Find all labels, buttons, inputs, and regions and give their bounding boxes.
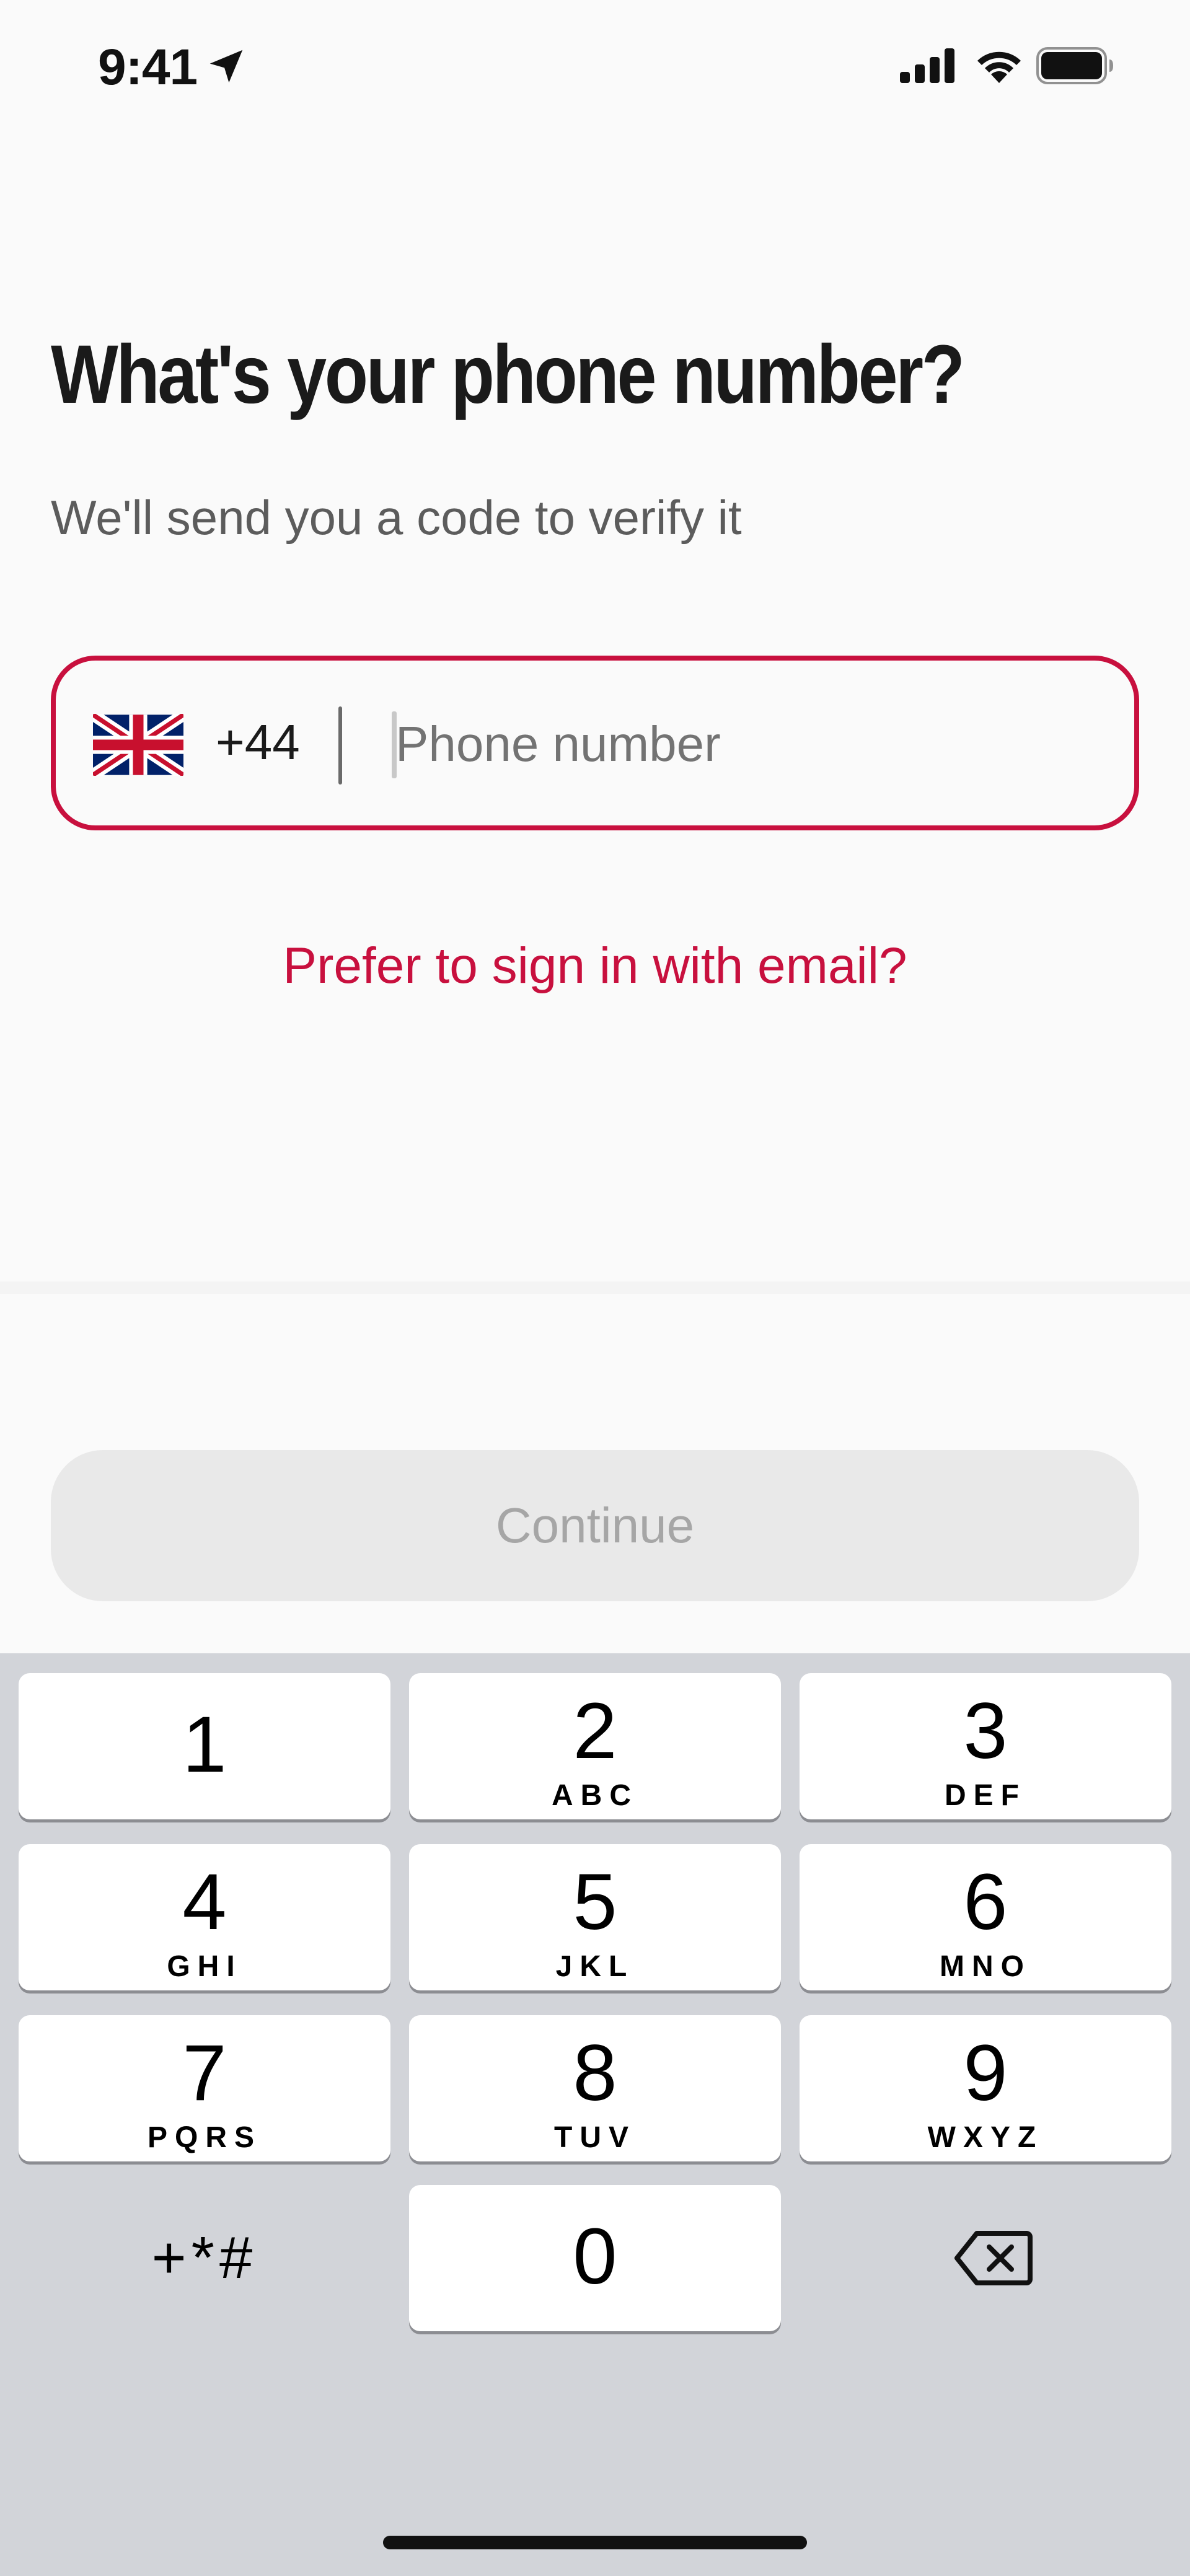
key-4[interactable]: 4 GHI xyxy=(19,1844,390,1990)
key-9[interactable]: 9 WXYZ xyxy=(800,2015,1171,2161)
key-letters: MNO xyxy=(940,1950,1031,1983)
key-digit: 6 xyxy=(963,1858,1008,1946)
key-digit: 2 xyxy=(573,1687,617,1775)
sign-in-with-email-link[interactable]: Prefer to sign in with email? xyxy=(0,937,1190,995)
key-letters: TUV xyxy=(554,2121,636,2154)
page-subtitle: We'll send you a code to verify it xyxy=(51,490,742,545)
key-digit: 1 xyxy=(182,1700,227,1789)
page-title: What's your phone number? xyxy=(51,328,965,421)
wifi-icon xyxy=(977,51,1021,83)
key-1[interactable]: 1 xyxy=(19,1673,390,1819)
home-indicator xyxy=(383,2536,807,2549)
field-divider xyxy=(338,706,342,785)
key-digit: 8 xyxy=(573,2029,617,2117)
location-arrow-icon xyxy=(209,50,243,83)
key-letters: JKL xyxy=(555,1950,635,1983)
continue-button[interactable]: Continue xyxy=(51,1450,1139,1601)
key-8[interactable]: 8 TUV xyxy=(409,2015,781,2161)
key-letters: WXYZ xyxy=(927,2121,1044,2154)
country-code[interactable]: +44 xyxy=(216,714,300,771)
key-digit: 4 xyxy=(182,1858,227,1946)
key-3[interactable]: 3 DEF xyxy=(800,1673,1171,1819)
phone-number-input[interactable] xyxy=(395,698,1077,791)
key-letters: GHI xyxy=(167,1950,242,1983)
key-digit: 7 xyxy=(182,2029,227,2117)
numeric-keypad: 1 2 ABC 3 DEF 4 GHI 5 JKL 6 MNO 7 PQRS 8… xyxy=(0,1653,1190,2576)
status-time: 9:41 xyxy=(98,39,198,95)
sheet-divider xyxy=(0,1281,1190,1294)
key-letters: DEF xyxy=(945,1779,1026,1812)
key-2[interactable]: 2 ABC xyxy=(409,1673,781,1819)
key-letters: PQRS xyxy=(147,2121,262,2154)
status-bar: 9:41 xyxy=(0,0,1190,136)
key-digit: 3 xyxy=(963,1687,1008,1775)
key-digit: 0 xyxy=(573,2212,617,2301)
uk-flag-icon[interactable] xyxy=(93,714,183,776)
backspace-key[interactable] xyxy=(800,2185,1171,2331)
cellular-signal-icon xyxy=(900,48,954,83)
battery-icon xyxy=(1036,47,1113,84)
symbols-key[interactable]: +*# xyxy=(19,2185,390,2331)
key-letters: ABC xyxy=(552,1779,638,1812)
key-0[interactable]: 0 xyxy=(409,2185,781,2331)
key-digit: 9 xyxy=(963,2029,1008,2117)
key-5[interactable]: 5 JKL xyxy=(409,1844,781,1990)
phone-number-field[interactable]: +44 xyxy=(51,656,1139,830)
key-6[interactable]: 6 MNO xyxy=(800,1844,1171,1990)
key-digit: 5 xyxy=(573,1858,617,1946)
key-7[interactable]: 7 PQRS xyxy=(19,2015,390,2161)
backspace-icon xyxy=(954,2231,1033,2285)
